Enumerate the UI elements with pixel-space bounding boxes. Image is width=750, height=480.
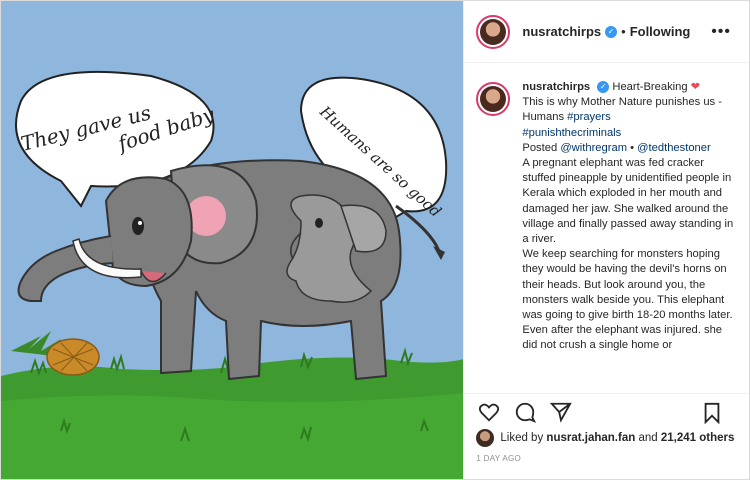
verified-icon: ✓: [597, 81, 610, 94]
hashtag-punishthecriminals[interactable]: #punishthecriminals: [522, 127, 621, 139]
liker-username[interactable]: nusrat.jahan.fan: [546, 432, 635, 444]
caption-text: nusratchirps ✓ Heart-Breaking ❤ This is …: [522, 80, 737, 384]
avatar-photo: [480, 18, 507, 45]
username-link[interactable]: nusratchirps: [522, 24, 601, 39]
hashtag-prayers[interactable]: #prayers: [567, 111, 611, 123]
following-button[interactable]: Following: [630, 24, 691, 39]
caption-body2: We keep searching for monsters hoping th…: [522, 248, 733, 322]
elephant-illustration: They gave us food baby Humans are so goo…: [1, 1, 464, 479]
post-image[interactable]: They gave us food baby Humans are so goo…: [1, 1, 464, 479]
caption-username[interactable]: nusratchirps: [522, 81, 590, 93]
caption-body1: A pregnant elephant was fed cracker stuf…: [522, 157, 734, 246]
caption-line2: This is why Mother Nature punishes us - …: [522, 96, 722, 124]
avatar-photo: [480, 86, 507, 112]
caption-line1: Heart-Breaking: [612, 81, 688, 93]
likes-and: and: [638, 432, 658, 444]
caption-avatar[interactable]: [476, 82, 511, 116]
heart-emoji-icon: ❤: [690, 81, 701, 93]
comment-icon[interactable]: [512, 399, 538, 425]
caption-body3: Even after the elephant was injured. she…: [522, 324, 723, 352]
more-options-icon[interactable]: •••: [711, 23, 731, 41]
mention-separator: •: [630, 141, 635, 154]
instagram-post: They gave us food baby Humans are so goo…: [0, 0, 750, 480]
header-separator: •: [621, 24, 626, 39]
post-sidebar: nusratchirps ✓ • Following ••• nusratchi…: [463, 1, 750, 479]
post-header: nusratchirps ✓ • Following •••: [464, 1, 749, 63]
posted-label: Posted: [522, 141, 558, 154]
share-icon[interactable]: [548, 399, 574, 425]
mention-tedthestoner[interactable]: @tedthestoner: [637, 142, 711, 154]
bookmark-icon[interactable]: [699, 400, 725, 426]
likes-others-count[interactable]: 21,241 others: [661, 432, 735, 444]
likes-summary: Liked by nusrat.jahan.fan and 21,241 oth…: [476, 429, 734, 447]
avatar[interactable]: [476, 14, 511, 49]
caption-area: nusratchirps ✓ Heart-Breaking ❤ This is …: [464, 64, 749, 384]
action-bar: [464, 393, 750, 426]
post-timestamp[interactable]: 1 DAY AGO: [476, 454, 521, 463]
verified-icon: ✓: [605, 25, 618, 38]
liked-by-label: Liked by: [500, 432, 544, 444]
like-heart-icon[interactable]: [476, 399, 502, 425]
liker-avatar[interactable]: [476, 429, 495, 447]
mention-withregram[interactable]: @withregram: [560, 142, 627, 154]
